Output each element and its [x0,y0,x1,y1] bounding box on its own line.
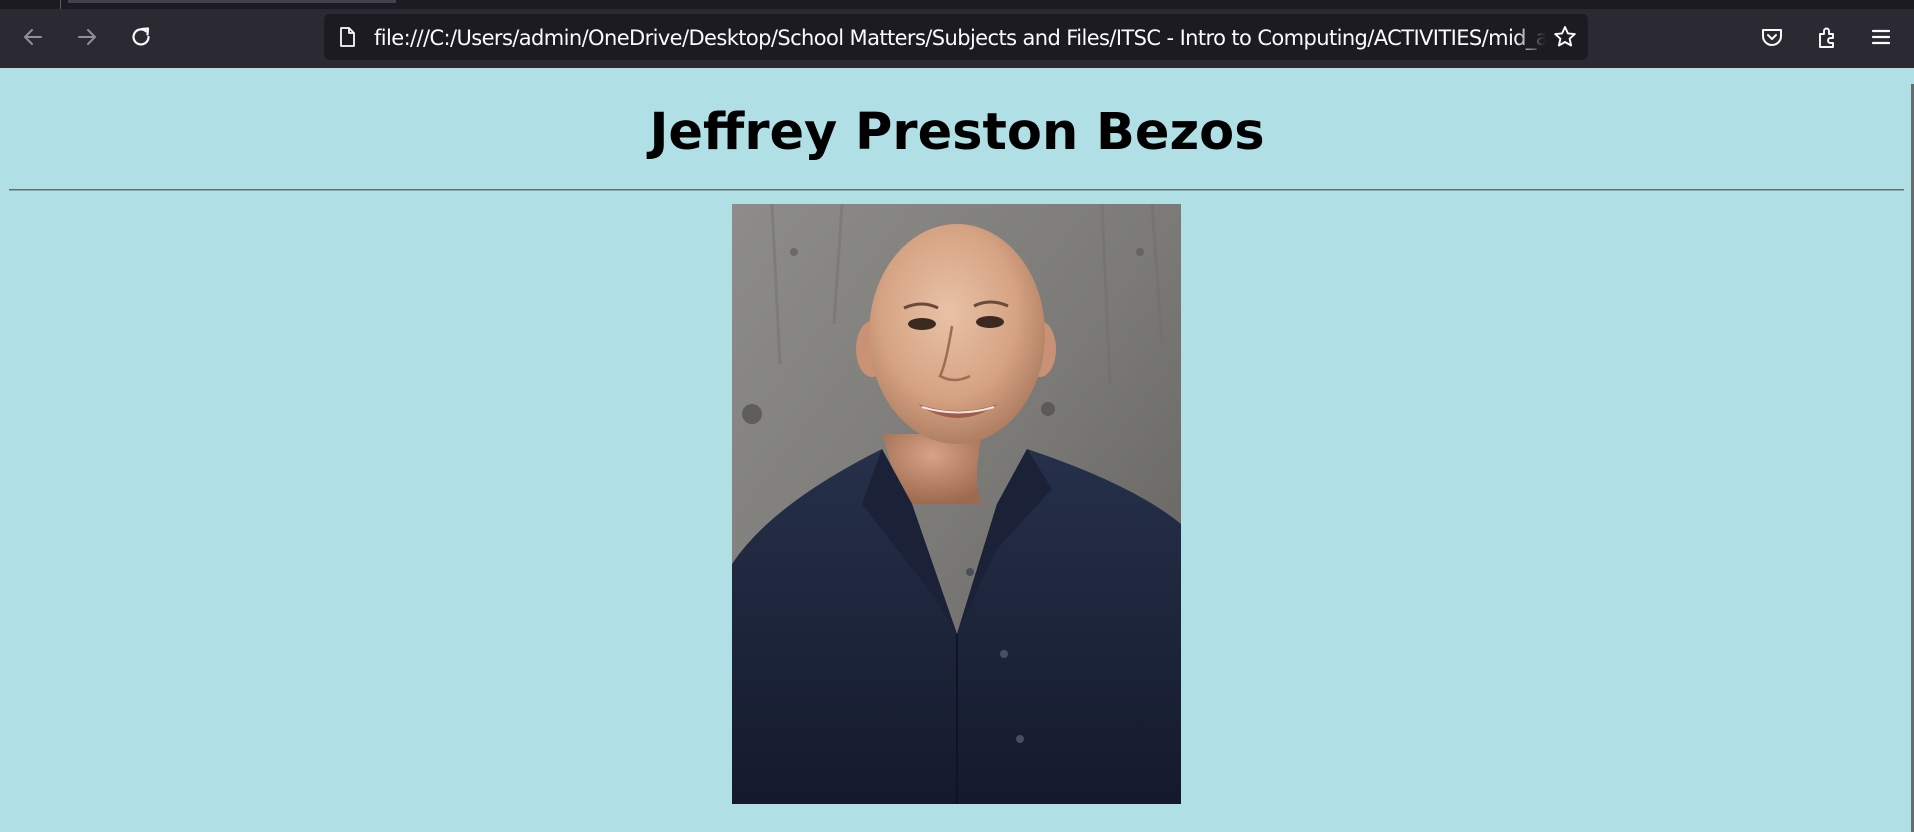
reload-button[interactable] [124,20,158,54]
menu-button[interactable] [1866,22,1896,52]
extensions-icon [1819,27,1834,48]
reload-icon [132,27,150,46]
pocket-icon [1762,29,1782,46]
back-button[interactable] [16,20,50,54]
page-content: Jeffrey Preston Bezos [0,68,1914,832]
url-text[interactable]: file:///C:/Users/admin/OneDrive/Desktop/… [374,26,1546,50]
extensions-button[interactable] [1812,22,1842,52]
browser-window: file:///C:/Users/admin/OneDrive/Desktop/… [0,0,1914,832]
forward-button[interactable] [70,20,104,54]
active-tab[interactable] [68,0,396,3]
horizontal-rule [9,189,1904,191]
url-overflow-fade [1514,22,1546,52]
forward-arrow-icon [78,29,96,45]
star-icon[interactable] [1552,24,1578,50]
hamburger-menu-icon [1871,29,1891,45]
portrait-photo [732,204,1181,804]
address-bar[interactable]: file:///C:/Users/admin/OneDrive/Desktop/… [324,14,1588,60]
tab-separator [60,0,61,9]
page-icon [340,27,355,47]
navigation-toolbar: file:///C:/Users/admin/OneDrive/Desktop/… [0,0,1914,68]
tab-strip [0,0,1914,9]
back-arrow-icon [24,29,42,45]
page-title: Jeffrey Preston Bezos [649,103,1265,162]
pocket-button[interactable] [1757,22,1787,52]
